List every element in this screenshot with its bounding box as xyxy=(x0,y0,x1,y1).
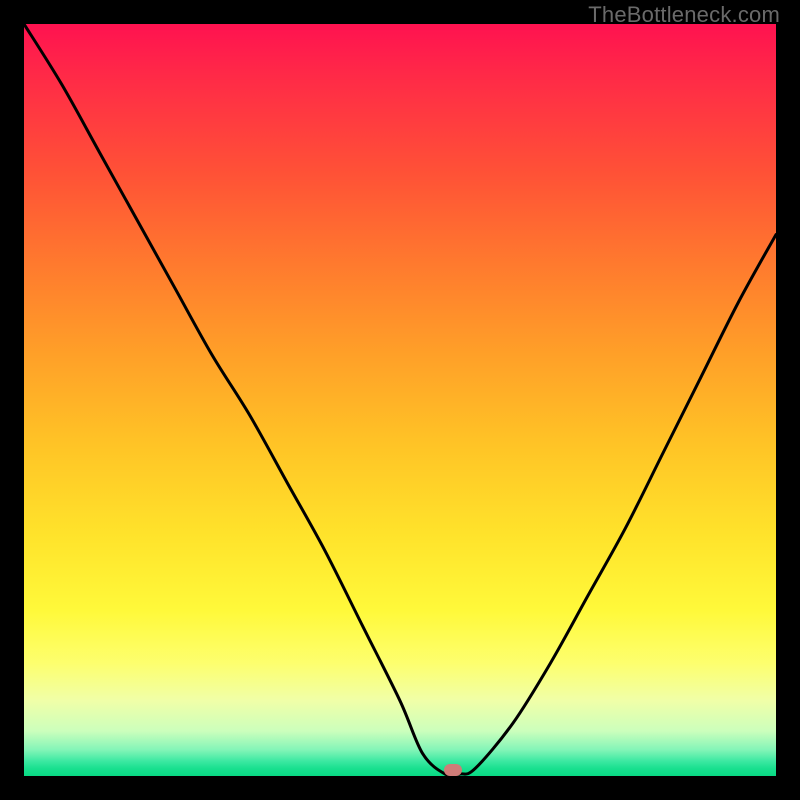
optimal-marker xyxy=(444,764,462,776)
chart-frame: TheBottleneck.com xyxy=(0,0,800,800)
plot-area xyxy=(24,24,776,776)
watermark-text: TheBottleneck.com xyxy=(588,2,780,28)
bottleneck-curve xyxy=(24,24,776,776)
